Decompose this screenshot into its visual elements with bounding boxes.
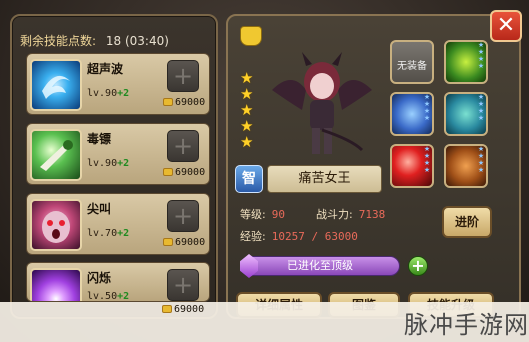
skill-name: 尖叫 xyxy=(87,202,112,216)
ring-equipment-icon[interactable]: ★ ★ ★ ★ xyxy=(444,40,488,84)
watermark-text: 脉冲手游网 xyxy=(404,311,529,339)
blink-icon xyxy=(30,268,82,301)
poison-dart-icon xyxy=(30,129,82,181)
no-equipment-label: 无装备 xyxy=(397,61,427,72)
sonic-wave-icon xyxy=(30,59,82,111)
skill-name: 超声波 xyxy=(87,62,124,76)
gold-icon xyxy=(162,305,172,313)
close-button[interactable]: ✕ xyxy=(490,10,522,42)
skill-name: 毒镖 xyxy=(87,132,112,146)
skill-points-label: 剩余技能点数: xyxy=(20,34,97,48)
skill-cost: 69000 xyxy=(162,304,204,315)
skill-upgrade-button[interactable]: + xyxy=(167,60,199,92)
star-icon: ★ xyxy=(240,101,254,119)
hero-level: 等级: 90 xyxy=(240,208,285,221)
hero-power: 战斗力: 7138 xyxy=(316,208,386,221)
gold-icon xyxy=(163,98,173,106)
skill-row-scream: 尖叫 lv.70+2 + 69000 xyxy=(26,193,210,255)
star-icon: ★ xyxy=(240,117,254,135)
add-icon[interactable]: + xyxy=(408,256,428,276)
skill-points-display: 剩余技能点数: 18 (03:40) xyxy=(20,30,212,52)
skill-row-poison: 毒镖 lv.90+2 + 69000 xyxy=(26,123,210,185)
skill-cost: 69000 xyxy=(163,237,205,248)
skill-level: lv.50+2 xyxy=(87,291,130,302)
intelligence-badge: 智 xyxy=(235,165,263,193)
evolve-status-bar: 已进化至顶级 xyxy=(240,256,400,276)
skill-points-value: 18 (03:40) xyxy=(105,34,169,48)
gold-icon xyxy=(163,238,173,246)
boots-equipment-icon[interactable]: ★ ★ ★ ★ xyxy=(444,144,488,188)
skill-upgrade-button[interactable]: + xyxy=(167,130,199,162)
hero-stars: ★ ★ ★ ★ ★ xyxy=(240,70,256,150)
skill-upgrade-button[interactable]: + xyxy=(167,200,199,232)
skill-level: lv.70+2 xyxy=(87,228,130,239)
orb-equipment-icon[interactable]: ★ ★ ★ ★ xyxy=(390,144,434,188)
empty-equipment-slot[interactable]: 无装备 xyxy=(390,40,434,84)
skill-cost: 69000 xyxy=(163,167,205,178)
hero-portrait xyxy=(262,50,382,160)
star-icon: ★ xyxy=(240,85,254,103)
skill-level: lv.90+2 xyxy=(87,158,130,169)
skill-row-sonic: 超声波 lv.90+2 + 69000 xyxy=(26,53,210,115)
skill-screen: 剩余技能点数: 18 (03:40) 超声波 lv.90+2 + 69000 毒… xyxy=(0,0,529,342)
star-icon: ★ xyxy=(240,69,254,87)
bracer-equipment-icon[interactable]: ★ ★ ★ ★ xyxy=(390,92,434,136)
skill-row-blink: 闪烁 lv.50+2 + xyxy=(26,262,210,302)
skill-name: 闪烁 xyxy=(87,271,112,285)
star-icon: ★ xyxy=(240,133,254,151)
scream-icon xyxy=(30,199,82,251)
hero-exp: 经验: 10257 / 63000 xyxy=(240,230,358,243)
advance-button[interactable]: 进阶 xyxy=(442,206,492,238)
hero-name: 痛苦女王 xyxy=(267,165,382,193)
hero-name-bar: 智 痛苦女王 xyxy=(235,165,382,193)
skill-upgrade-button[interactable]: + xyxy=(167,269,199,301)
gold-icon xyxy=(163,168,173,176)
armor-icon xyxy=(240,26,262,46)
book-equipment-icon[interactable]: ★ ★ ★ ★ xyxy=(444,92,488,136)
skill-cost: 69000 xyxy=(163,97,205,108)
skill-level: lv.90+2 xyxy=(87,88,130,99)
